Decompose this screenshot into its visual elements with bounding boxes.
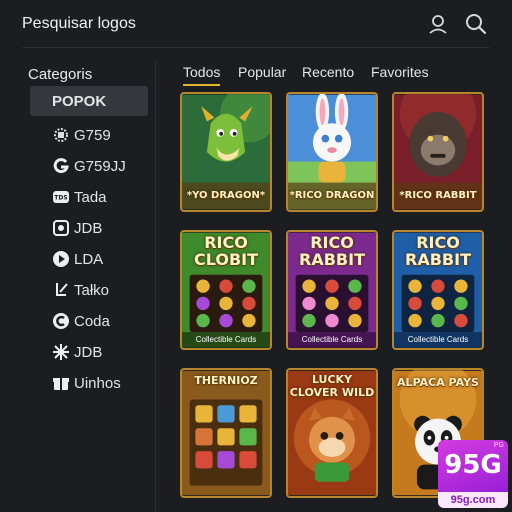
game-card[interactable]: THERNIOZ bbox=[180, 368, 272, 498]
game-card[interactable]: LUCKY CLOVER WILD bbox=[286, 368, 378, 498]
sidebar-item-label: POPOK bbox=[52, 92, 107, 110]
sidebar-item-label: G759 bbox=[74, 126, 111, 144]
badge-corner-label: PG bbox=[493, 442, 504, 449]
slot-artwork bbox=[182, 370, 270, 496]
wand-icon bbox=[52, 281, 70, 299]
sidebar-item-label: G759JJ bbox=[74, 157, 126, 175]
reel-symbols bbox=[408, 279, 468, 328]
sidebar-item-label: JDB bbox=[74, 219, 103, 237]
reel-symbols bbox=[195, 405, 257, 469]
sidebar-item-talko[interactable]: Tałko bbox=[30, 275, 148, 305]
sidebar-item-tada[interactable]: TDS Tada bbox=[30, 182, 148, 212]
game-title: RICO CLOBIT bbox=[193, 233, 259, 269]
game-title: *RICO DRAGON bbox=[289, 190, 375, 201]
sidebar-item-uinhos[interactable]: Uinhos bbox=[30, 368, 148, 398]
tds-badge-icon: TDS bbox=[52, 188, 70, 206]
g-logo-icon bbox=[52, 157, 70, 175]
sidebar-title: Categoris bbox=[28, 66, 93, 83]
game-card[interactable]: *RICO RABBIT bbox=[392, 92, 484, 212]
tab-recento[interactable]: Recento bbox=[302, 62, 354, 86]
sidebar-item-jdb-2[interactable]: JDB bbox=[30, 337, 148, 367]
brand-badge: PG 95G 95g.com bbox=[438, 440, 508, 508]
sidebar-item-label: JDB bbox=[74, 343, 103, 361]
sidebar-item-g759[interactable]: G759 bbox=[30, 120, 148, 150]
game-title: ALPACA PAYS bbox=[397, 376, 479, 389]
sidebar-item-label: Coda bbox=[74, 312, 110, 330]
game-title: RICO RABBIT bbox=[299, 233, 365, 269]
game-title: *YO DRAGON* bbox=[186, 190, 266, 201]
game-title: RICO RABBIT bbox=[405, 233, 471, 269]
gift-icon bbox=[52, 374, 70, 392]
brand-logo: 95G bbox=[444, 450, 502, 480]
sidebar-item-popok[interactable]: POPOK bbox=[30, 86, 148, 116]
game-title: THERNIOZ bbox=[194, 374, 258, 387]
tab-popular[interactable]: Popular bbox=[238, 62, 286, 86]
category-sidebar: Categoris POPOK G759 G759JJ TDS Tada JDB… bbox=[22, 60, 156, 512]
search-label[interactable]: Pesquisar logos bbox=[22, 15, 136, 33]
tab-favorites[interactable]: Favorites bbox=[371, 62, 429, 86]
brand-domain: 95g.com bbox=[438, 492, 508, 508]
sidebar-item-lda[interactable]: LDA bbox=[30, 244, 148, 274]
search-icon[interactable] bbox=[464, 12, 488, 36]
game-title: LUCKY CLOVER WILD bbox=[289, 373, 375, 399]
sidebar-item-label: Tada bbox=[74, 188, 107, 206]
sidebar-item-jdb[interactable]: JDB bbox=[30, 213, 148, 243]
sidebar-item-label: LDA bbox=[74, 250, 104, 268]
cross-pattern-icon bbox=[52, 343, 70, 361]
top-icons bbox=[426, 12, 488, 36]
game-card[interactable]: RICO RABBIT Collectible Cards bbox=[392, 230, 484, 350]
sidebar-item-label: Tałko bbox=[74, 281, 110, 299]
game-card[interactable]: *YO DRAGON* bbox=[180, 92, 272, 212]
header-divider bbox=[22, 47, 490, 48]
reel-symbols bbox=[196, 279, 256, 328]
c-logo-icon bbox=[52, 312, 70, 330]
user-icon[interactable] bbox=[426, 12, 450, 36]
game-subtitle: Collectible Cards bbox=[407, 335, 469, 344]
game-subtitle: Collectible Cards bbox=[195, 335, 257, 344]
game-card[interactable]: *RICO DRAGON bbox=[286, 92, 378, 212]
game-card[interactable]: RICO RABBIT Collectible Cards bbox=[286, 230, 378, 350]
game-card[interactable]: RICO CLOBIT Collectible Cards bbox=[180, 230, 272, 350]
gear-badge-icon bbox=[52, 126, 70, 144]
tab-todos[interactable]: Todos bbox=[183, 62, 221, 86]
game-subtitle: Collectible Cards bbox=[301, 335, 363, 344]
sidebar-item-label: Uinhos bbox=[74, 374, 121, 392]
sidebar-item-coda[interactable]: Coda bbox=[30, 306, 148, 336]
play-icon bbox=[52, 250, 70, 268]
top-bar: Pesquisar logos bbox=[0, 0, 512, 50]
svg-text:TDS: TDS bbox=[54, 195, 67, 202]
sidebar-item-g759jj[interactable]: G759JJ bbox=[30, 151, 148, 181]
target-icon bbox=[52, 219, 70, 237]
game-title: *RICO RABBIT bbox=[399, 190, 477, 201]
reel-symbols bbox=[302, 279, 362, 328]
